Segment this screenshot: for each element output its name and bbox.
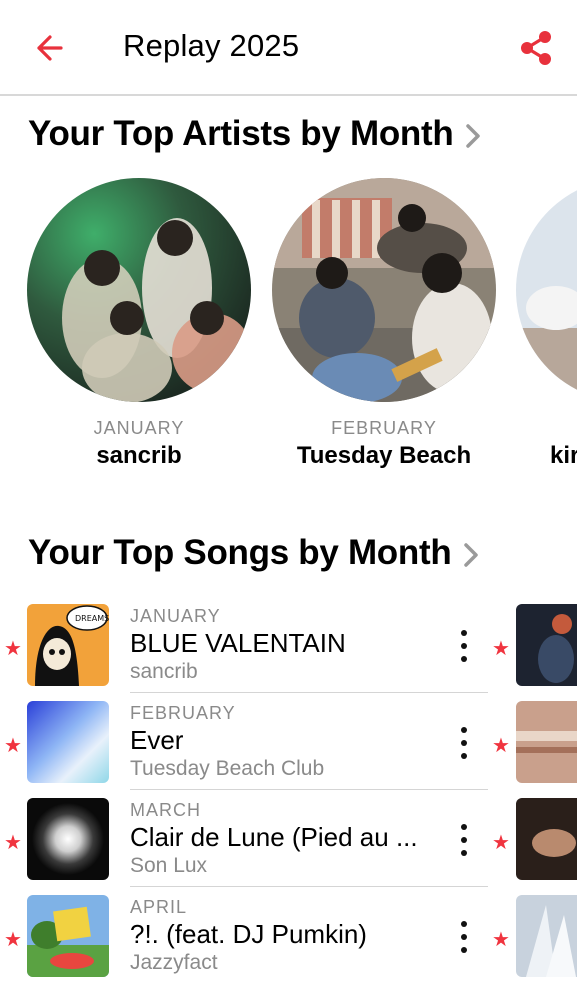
next-column-song[interactable]: ★ (492, 600, 577, 690)
favorite-star-icon: ★ (492, 638, 510, 660)
favorite-star-icon: ★ (492, 735, 510, 757)
chevron-right-icon (464, 543, 479, 567)
next-column-song[interactable]: ★ (492, 697, 577, 787)
back-arrow-icon (37, 35, 63, 61)
favorite-star-icon: ★ (492, 929, 510, 951)
svg-text:DREAMS: DREAMS (75, 614, 109, 623)
song-title: ?!. (feat. DJ Pumkin) (130, 919, 367, 949)
more-dot (461, 643, 467, 649)
more-dot (461, 630, 467, 636)
artist-card-march[interactable]: kir (516, 178, 577, 469)
album-art (516, 701, 577, 783)
song-month-label: FEBRUARY (130, 703, 236, 723)
more-dot (461, 837, 467, 843)
chevron-right-icon (466, 124, 481, 148)
favorite-star-icon: ★ (4, 735, 22, 757)
more-options-button[interactable] (448, 917, 480, 957)
song-month-label: JANUARY (130, 606, 221, 626)
more-options-button[interactable] (448, 723, 480, 763)
album-art (27, 798, 109, 880)
album-art (27, 895, 109, 977)
artist-name: Tuesday Beach (296, 442, 472, 469)
song-artist: Jazzyfact (130, 951, 218, 974)
artist-name: kir (550, 442, 577, 469)
share-button[interactable] (516, 28, 556, 68)
top-songs-title: Your Top Songs by Month (28, 533, 452, 572)
song-row-april[interactable]: ★ APRIL ?!. (feat. DJ Pumkin) Jazzyfact (0, 891, 500, 988)
album-art: DREAMS (27, 604, 109, 686)
song-artist: Son Lux (130, 854, 208, 877)
favorite-star-icon: ★ (4, 929, 22, 951)
artist-month-label: JANUARY (93, 418, 185, 438)
favorite-star-icon: ★ (4, 832, 22, 854)
artist-card-february[interactable]: FEBRUARY Tuesday Beach (272, 178, 496, 469)
back-button[interactable] (30, 30, 66, 66)
song-month-label: MARCH (130, 800, 201, 820)
row-divider (130, 886, 488, 887)
song-title: Ever (130, 725, 184, 755)
row-divider (130, 789, 488, 790)
more-dot (461, 740, 467, 746)
share-icon (521, 31, 551, 65)
album-art (27, 701, 109, 783)
top-artists-header[interactable]: Your Top Artists by Month (28, 114, 481, 154)
artist-card-january[interactable]: JANUARY sancrib (27, 178, 251, 469)
artist-photo (27, 178, 251, 402)
artist-month-label: FEBRUARY (331, 418, 437, 438)
album-art (516, 798, 577, 880)
more-dot (461, 921, 467, 927)
top-artists-title: Your Top Artists by Month (28, 114, 454, 153)
favorite-star-icon: ★ (4, 638, 22, 660)
nav-bar: Replay 2025 (0, 0, 577, 96)
song-row-january[interactable]: ★ DREAMS JANUARY BLUE VALENTAIN sancrib (0, 600, 500, 697)
more-options-button[interactable] (448, 820, 480, 860)
song-row-february[interactable]: ★ FEBRUARY Ever Tuesday Beach Club (0, 697, 500, 794)
artist-photo (516, 178, 577, 402)
row-divider (130, 692, 488, 693)
artist-name: sancrib (96, 442, 182, 469)
page-title: Replay 2025 (123, 28, 300, 63)
song-month-label: APRIL (130, 897, 188, 917)
album-art (516, 604, 577, 686)
more-dot (461, 753, 467, 759)
more-dot (461, 656, 467, 662)
more-dot (461, 850, 467, 856)
more-dot (461, 824, 467, 830)
next-column-song[interactable]: ★ (492, 794, 577, 884)
more-dot (461, 947, 467, 953)
next-column-song[interactable]: ★ (492, 891, 577, 981)
song-row-march[interactable]: ★ MARCH Clair de Lune (Pied au ... Son L… (0, 794, 500, 891)
song-artist: Tuesday Beach Club (130, 757, 325, 780)
artist-photo (272, 178, 496, 402)
song-title: Clair de Lune (Pied au ... (130, 822, 418, 852)
top-artists-carousel[interactable]: JANUARY sancrib FEBRUARY Tuesday Beach k… (0, 178, 577, 478)
more-dot (461, 934, 467, 940)
more-options-button[interactable] (448, 626, 480, 666)
more-dot (461, 727, 467, 733)
song-artist: sancrib (130, 660, 198, 683)
favorite-star-icon: ★ (492, 832, 510, 854)
top-songs-header[interactable]: Your Top Songs by Month (28, 533, 479, 573)
song-title: BLUE VALENTAIN (130, 628, 346, 658)
album-art (516, 895, 577, 977)
